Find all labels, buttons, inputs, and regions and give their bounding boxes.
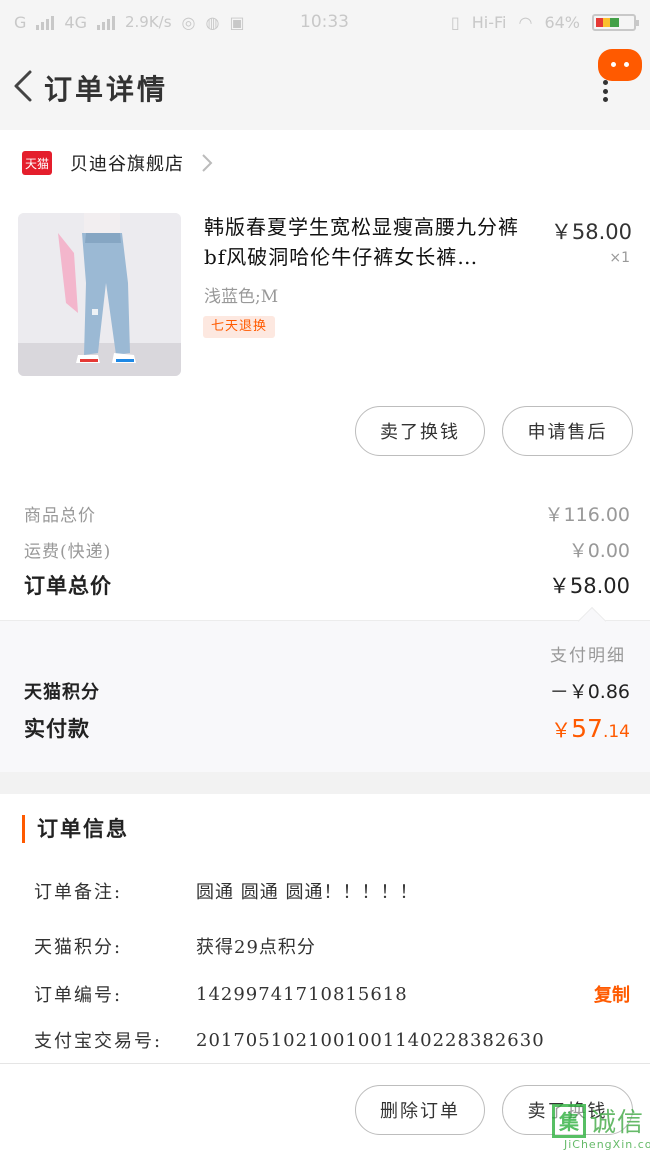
goods-total-value: ￥116.00: [544, 504, 630, 526]
tmall-logo-icon: 天猫: [22, 151, 52, 175]
paid-label: 实付款: [24, 716, 90, 741]
status-left: G 4G 2.9K/s ◎ ◍ ▣: [14, 13, 245, 32]
remark-row: 订单备注: 圆通 圆通 圆通！！！！！: [34, 878, 630, 904]
paid-decimal: .14: [602, 721, 630, 742]
points-earned-value: 获得29点积分: [196, 937, 316, 958]
nav-bar: 订单详情: [0, 44, 650, 130]
copy-button[interactable]: 复制: [594, 981, 630, 1007]
signal-icon: [36, 14, 55, 30]
more-menu-icon[interactable]: [600, 80, 610, 102]
alipay-trade-value: 2017051021001001140228382630: [196, 1029, 545, 1051]
goods-total-row: 商品总价 ￥116.00: [24, 500, 630, 527]
order-number-value: 14299741710815618: [196, 983, 408, 1005]
order-number-row: 订单编号: 14299741710815618 复制: [34, 981, 630, 1007]
product-quantity: ×1: [609, 250, 630, 266]
product-spec: 浅蓝色;M: [204, 287, 279, 307]
points-earned-label: 天猫积分:: [34, 937, 123, 958]
shop-row[interactable]: 天猫 贝迪谷旗舰店: [0, 130, 650, 196]
battery-percent: 64%: [544, 12, 580, 32]
remark-label: 订单备注:: [34, 882, 123, 903]
paid-amount: ￥57.14: [551, 714, 630, 743]
paid-currency: ￥: [551, 717, 572, 742]
delete-order-button[interactable]: 删除订单: [355, 1085, 485, 1135]
network-speed: 2.9K/s: [124, 13, 172, 31]
chevron-right-icon: [202, 154, 213, 172]
paid-integer: 57: [571, 713, 603, 743]
points-earned-row: 天猫积分: 获得29点积分: [34, 933, 630, 959]
goods-total-label: 商品总价: [24, 506, 96, 526]
weibo-icon: ◎: [181, 12, 196, 32]
points-value: －￥0.86: [549, 681, 630, 703]
points-row: 天猫积分 －￥0.86: [24, 677, 630, 704]
status-bar: G 4G 2.9K/s ◎ ◍ ▣ 10:33 ▯ Hi-Fi ◠ 64%: [0, 0, 650, 44]
shipping-label: 运费(快递): [24, 542, 112, 562]
shipping-value: ￥0.00: [568, 540, 630, 562]
watermark-text: 诚信: [589, 1108, 644, 1138]
product-image[interactable]: [18, 213, 181, 376]
remark-value: 圆通 圆通 圆通！！！！！: [196, 882, 419, 903]
jeans-photo-icon: [18, 213, 181, 376]
alipay-trade-row: 支付宝交易号: 2017051021001001140228382630: [34, 1027, 630, 1053]
product-price: ￥58.00: [550, 220, 632, 244]
battery-fill: [596, 17, 620, 27]
payment-detail-link[interactable]: 支付明细: [550, 641, 626, 666]
section-divider: [0, 772, 650, 794]
order-info-title: 订单信息: [22, 815, 129, 843]
shop-name: 贝迪谷旗舰店: [70, 154, 184, 175]
alipay-trade-label: 支付宝交易号:: [34, 1031, 163, 1052]
page-title: 订单详情: [44, 73, 169, 106]
carrier-label: G: [14, 12, 27, 32]
order-number-label: 订单编号:: [34, 985, 123, 1006]
payment-details-panel: 支付明细 天猫积分 －￥0.86 实付款 ￥57.14: [0, 606, 650, 772]
back-arrow-icon[interactable]: [8, 66, 38, 106]
product-title[interactable]: 韩版春夏学生宽松显瘦高腰九分裤bf风破洞哈伦牛仔裤女长裤…: [204, 212, 534, 272]
status-right: ▯ Hi-Fi ◠ 64%: [450, 12, 639, 32]
wifi-icon: ◠: [518, 12, 533, 32]
vibrate-icon: ▯: [450, 12, 460, 32]
return-policy-badge: 七天退换: [203, 316, 276, 338]
resell-button[interactable]: 卖了换钱: [355, 406, 485, 456]
order-total-label: 订单总价: [24, 573, 112, 598]
battery-icon: [592, 13, 639, 31]
after-sale-button[interactable]: 申请售后: [502, 406, 633, 456]
watermark-logo: 集 诚信 JiChengXin.com: [551, 1102, 650, 1151]
app-icon: ▣: [229, 12, 245, 32]
watermark-char: 集: [551, 1103, 586, 1138]
caret-up-icon: [577, 606, 607, 636]
signal-icon-2: [96, 14, 115, 30]
wechat-icon: ◍: [205, 12, 220, 32]
watermark-url: JiChengXin.com: [563, 1138, 650, 1151]
chat-bubble-icon[interactable]: [598, 49, 642, 81]
hifi-label: Hi-Fi: [471, 12, 507, 32]
clock: 10:33: [300, 12, 349, 32]
points-label: 天猫积分: [24, 681, 100, 703]
paid-row: 实付款 ￥57.14: [24, 713, 630, 743]
network-label: 4G: [64, 12, 87, 32]
order-total-value: ￥58.00: [548, 574, 630, 598]
order-total-row: 订单总价 ￥58.00: [24, 570, 630, 600]
shipping-row: 运费(快递) ￥0.00: [24, 536, 630, 563]
